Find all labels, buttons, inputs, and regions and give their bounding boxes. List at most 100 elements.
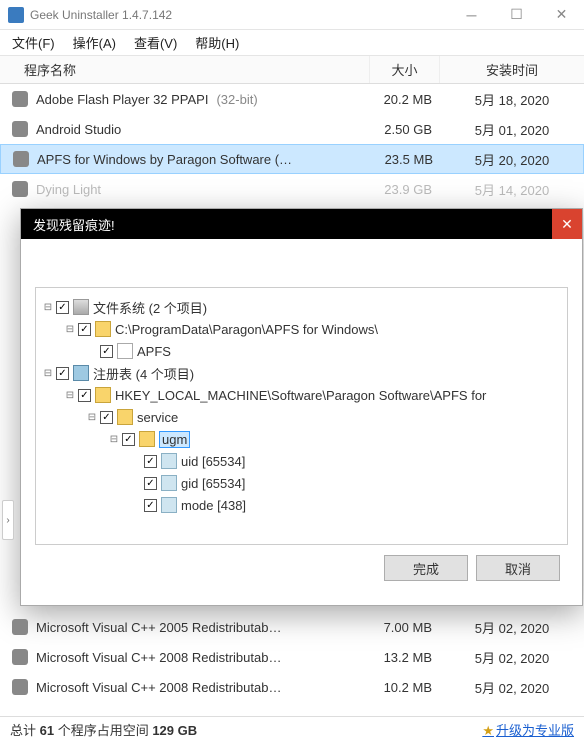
program-size: 23.5 MB [371, 152, 441, 167]
tree-node-folder[interactable]: ⊟ ✓ C:\ProgramData\Paragon\APFS for Wind… [42, 318, 561, 340]
tree-node-registry[interactable]: ⊟ ✓ 注册表 (4 个项目) [42, 362, 561, 384]
app-icon [12, 679, 28, 695]
menu-file[interactable]: 文件(F) [12, 33, 55, 52]
program-size: 13.2 MB [370, 650, 440, 665]
program-name: Adobe Flash Player 32 PPAPI [36, 92, 208, 107]
tree-node-filesystem[interactable]: ⊟ ✓ 文件系统 (2 个项目) [42, 296, 561, 318]
registry-icon [73, 365, 89, 381]
app-icon [12, 91, 28, 107]
program-date: 5月 20, 2020 [441, 150, 583, 169]
cancel-button[interactable]: 取消 [476, 555, 560, 581]
collapse-icon[interactable]: ⊟ [108, 434, 120, 445]
program-size: 2.50 GB [370, 122, 440, 137]
folder-icon [117, 409, 133, 425]
program-name: APFS for Windows by Paragon Software (… [37, 152, 292, 167]
tree-node-regkey[interactable]: ⊟ ✓ service [42, 406, 561, 428]
app-icon [12, 619, 28, 635]
minimize-button[interactable]: ─ [449, 0, 494, 30]
upgrade-link[interactable]: ★升级为专业版 [482, 720, 574, 739]
tree-node-regkey-selected[interactable]: ⊟ ✓ ugm [42, 428, 561, 450]
program-date: 5月 01, 2020 [440, 120, 584, 139]
table-row[interactable]: Dying Light 23.9 GB5月 14, 2020 [0, 174, 584, 204]
program-date: 5月 02, 2020 [440, 648, 584, 667]
regvalue-icon [161, 475, 177, 491]
star-icon: ★ [482, 723, 494, 738]
app-icon [12, 121, 28, 137]
program-date: 5月 18, 2020 [440, 90, 584, 109]
table-row[interactable]: Adobe Flash Player 32 PPAPI (32-bit)20.2… [0, 84, 584, 114]
leftover-tree[interactable]: ⊟ ✓ 文件系统 (2 个项目) ⊟ ✓ C:\ProgramData\Para… [35, 287, 568, 545]
file-icon [117, 343, 133, 359]
close-button[interactable]: ✕ [539, 0, 584, 30]
program-date: 5月 02, 2020 [440, 678, 584, 697]
maximize-button[interactable]: ☐ [494, 0, 539, 30]
tree-node-regvalue[interactable]: · ✓ uid [65534] [42, 450, 561, 472]
table-row[interactable]: Microsoft Visual C++ 2008 Redistributab…… [0, 672, 584, 702]
program-date: 5月 14, 2020 [440, 180, 584, 199]
expand-panel-button[interactable]: › [2, 500, 14, 540]
program-size: 7.00 MB [370, 620, 440, 635]
program-name: Android Studio [36, 122, 121, 137]
col-size[interactable]: 大小 [370, 56, 440, 83]
checkbox[interactable]: ✓ [100, 345, 113, 358]
collapse-icon[interactable]: ⊟ [86, 412, 98, 423]
table-row[interactable]: Microsoft Visual C++ 2005 Redistributab…… [0, 612, 584, 642]
folder-icon [95, 321, 111, 337]
window-title: Geek Uninstaller 1.4.7.142 [30, 8, 449, 22]
checkbox[interactable]: ✓ [56, 367, 69, 380]
status-text: 总计 61 个程序占用空间 129 GB [10, 720, 197, 739]
program-name: Microsoft Visual C++ 2005 Redistributab… [36, 620, 281, 635]
program-size: 10.2 MB [370, 680, 440, 695]
titlebar: Geek Uninstaller 1.4.7.142 ─ ☐ ✕ [0, 0, 584, 30]
col-date[interactable]: 安装时间 [440, 56, 584, 83]
col-name[interactable]: 程序名称 [0, 56, 370, 83]
app-icon [12, 649, 28, 665]
checkbox[interactable]: ✓ [78, 389, 91, 402]
leftover-dialog: 发现残留痕迹! ✕ ⊟ ✓ 文件系统 (2 个项目) ⊟ ✓ C:\Progra… [20, 208, 583, 606]
tree-node-regkey[interactable]: ⊟ ✓ HKEY_LOCAL_MACHINE\Software\Paragon … [42, 384, 561, 406]
dialog-close-button[interactable]: ✕ [552, 209, 582, 239]
checkbox[interactable]: ✓ [144, 499, 157, 512]
checkbox[interactable]: ✓ [122, 433, 135, 446]
menubar: 文件(F) 操作(A) 查看(V) 帮助(H) [0, 30, 584, 56]
checkbox[interactable]: ✓ [144, 455, 157, 468]
statusbar: 总计 61 个程序占用空间 129 GB ★升级为专业版 [0, 716, 584, 742]
program-list-top: Adobe Flash Player 32 PPAPI (32-bit)20.2… [0, 84, 584, 204]
table-row[interactable]: Android Studio 2.50 GB5月 01, 2020 [0, 114, 584, 144]
regvalue-icon [161, 453, 177, 469]
folder-icon [95, 387, 111, 403]
program-name: Microsoft Visual C++ 2008 Redistributab… [36, 680, 281, 695]
drive-icon [73, 299, 89, 315]
app-icon [13, 151, 29, 167]
ok-button[interactable]: 完成 [384, 555, 468, 581]
program-list-bottom: Microsoft Visual C++ 2005 Redistributab…… [0, 612, 584, 702]
tree-node-regvalue[interactable]: · ✓ mode [438] [42, 494, 561, 516]
program-size: 20.2 MB [370, 92, 440, 107]
menu-view[interactable]: 查看(V) [134, 33, 177, 52]
dialog-title: 发现残留痕迹! [33, 215, 115, 234]
checkbox[interactable]: ✓ [100, 411, 113, 424]
program-date: 5月 02, 2020 [440, 618, 584, 637]
collapse-icon[interactable]: ⊟ [64, 324, 76, 335]
regvalue-icon [161, 497, 177, 513]
program-size: 23.9 GB [370, 182, 440, 197]
app-icon [12, 181, 28, 197]
collapse-icon[interactable]: ⊟ [42, 368, 54, 379]
table-row[interactable]: Microsoft Visual C++ 2008 Redistributab…… [0, 642, 584, 672]
menu-help[interactable]: 帮助(H) [195, 33, 239, 52]
table-row[interactable]: APFS for Windows by Paragon Software (… 2… [0, 144, 584, 174]
tree-node-regvalue[interactable]: · ✓ gid [65534] [42, 472, 561, 494]
program-name: Microsoft Visual C++ 2008 Redistributab… [36, 650, 281, 665]
app-icon [8, 7, 24, 23]
list-header: 程序名称 大小 安装时间 [0, 56, 584, 84]
checkbox[interactable]: ✓ [78, 323, 91, 336]
checkbox[interactable]: ✓ [144, 477, 157, 490]
folder-icon [139, 431, 155, 447]
dialog-titlebar[interactable]: 发现残留痕迹! ✕ [21, 209, 582, 239]
collapse-icon[interactable]: ⊟ [42, 302, 54, 313]
menu-action[interactable]: 操作(A) [73, 33, 116, 52]
collapse-icon[interactable]: ⊟ [64, 390, 76, 401]
program-name: Dying Light [36, 182, 101, 197]
tree-node-file[interactable]: · ✓ APFS [42, 340, 561, 362]
checkbox[interactable]: ✓ [56, 301, 69, 314]
